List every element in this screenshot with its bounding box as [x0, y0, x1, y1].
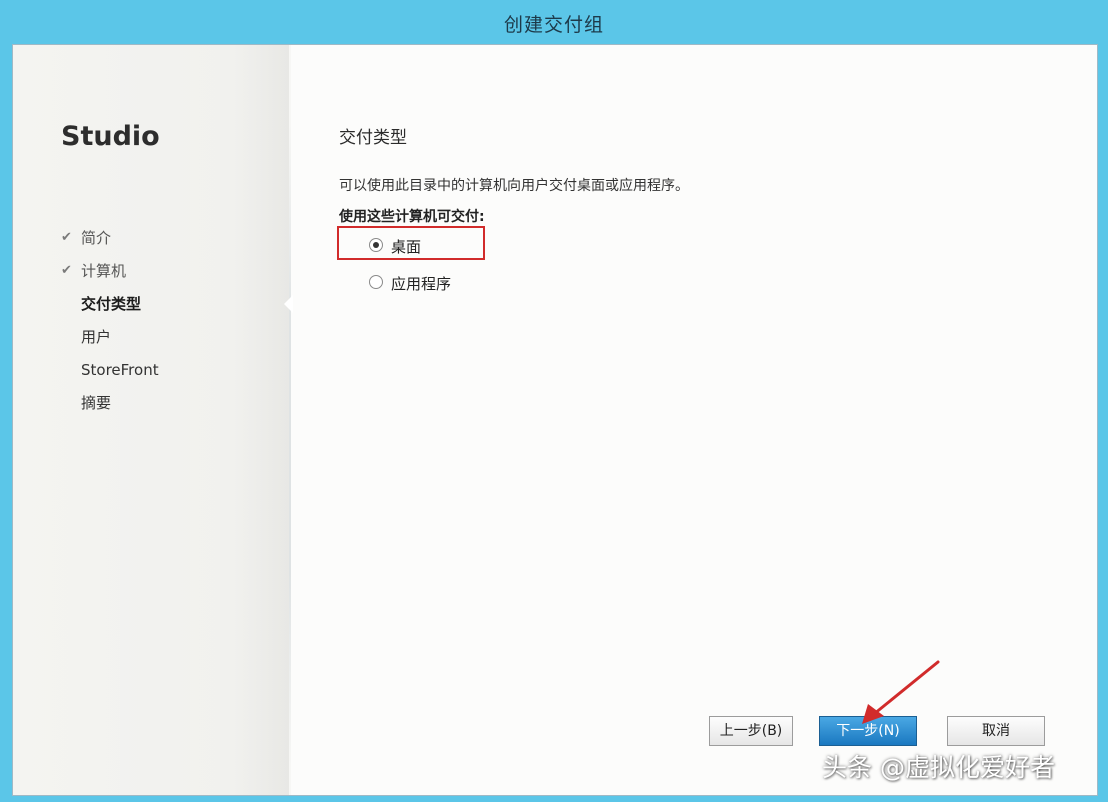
- step-label: 简介: [81, 229, 112, 247]
- step-label: 摘要: [81, 394, 112, 412]
- step-summary: 摘要: [61, 390, 271, 423]
- delivery-question: 使用这些计算机可交付:: [339, 209, 485, 225]
- wizard-content: 交付类型 可以使用此目录中的计算机向用户交付桌面或应用程序。 使用这些计算机可交…: [291, 45, 1097, 795]
- step-label: 用户: [81, 328, 112, 346]
- window-titlebar: 创建交付组: [0, 0, 1108, 44]
- back-button[interactable]: 上一步(B): [709, 716, 793, 746]
- step-users: 用户: [61, 324, 271, 357]
- radio-desktop[interactable]: [369, 238, 383, 252]
- step-label: 计算机: [81, 262, 127, 280]
- step-storefront: StoreFront: [61, 357, 271, 390]
- section-title: 交付类型: [339, 128, 407, 148]
- wizard-sidebar: Studio ✔ 简介 ✔ 计算机 交付类型 用户 StoreFront 摘要: [13, 45, 289, 795]
- step-intro[interactable]: ✔ 简介: [61, 225, 271, 258]
- option-label: 应用程序: [391, 275, 452, 293]
- option-label: 桌面: [391, 238, 422, 256]
- brand-logo-text: Studio: [61, 121, 160, 152]
- step-label: 交付类型: [81, 295, 142, 313]
- section-description: 可以使用此目录中的计算机向用户交付桌面或应用程序。: [339, 178, 689, 194]
- checkmark-icon: ✔: [61, 230, 72, 245]
- step-machines[interactable]: ✔ 计算机: [61, 258, 271, 291]
- window-title: 创建交付组: [503, 14, 604, 36]
- dialog-window: Studio ✔ 简介 ✔ 计算机 交付类型 用户 StoreFront 摘要: [12, 44, 1098, 796]
- checkmark-icon: ✔: [61, 263, 72, 278]
- current-step-pointer: [284, 295, 293, 313]
- step-label: StoreFront: [81, 361, 159, 379]
- cancel-button[interactable]: 取消: [947, 716, 1045, 746]
- radio-applications[interactable]: [369, 275, 383, 289]
- step-delivery-type[interactable]: 交付类型: [61, 291, 271, 324]
- sidebar-divider: [289, 125, 291, 765]
- wizard-steps: ✔ 简介 ✔ 计算机 交付类型 用户 StoreFront 摘要: [61, 225, 271, 423]
- watermark-text: 头条 @虚拟化爱好者: [822, 753, 1055, 782]
- next-button[interactable]: 下一步(N): [819, 716, 917, 746]
